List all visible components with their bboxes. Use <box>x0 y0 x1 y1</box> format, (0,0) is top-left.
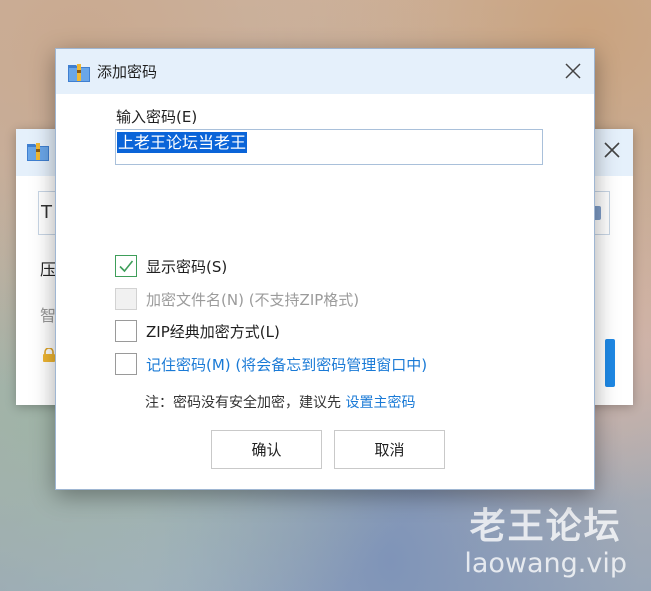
show-password-label: 显示密码(S) <box>146 257 228 276</box>
output-path-text: T <box>41 202 52 223</box>
zip-classic-option[interactable]: ZIP经典加密方式(L) <box>115 319 280 343</box>
remember-password-label: 记住密码(M) (将会备忘到密码管理窗口中) <box>146 355 428 374</box>
zip-classic-label: ZIP经典加密方式(L) <box>146 322 280 341</box>
zip-classic-checkbox[interactable] <box>115 320 137 342</box>
security-note-text: 注：密码没有安全加密，建议先 <box>145 395 341 411</box>
show-password-checkbox[interactable] <box>115 255 137 277</box>
add-password-dialog: 添加密码 输入密码(E) 上老王论坛当老王 显示密码(S) 加密文件名(N) (… <box>55 48 595 490</box>
start-compress-button[interactable] <box>605 339 615 387</box>
password-input[interactable]: 上老王论坛当老王 <box>115 129 543 165</box>
password-label: 输入密码(E) <box>116 108 198 126</box>
dialog-title: 添加密码 <box>97 63 158 81</box>
lock-icon[interactable] <box>42 348 56 362</box>
background-label: 压 <box>40 260 57 279</box>
background-hint: 智 <box>40 306 57 325</box>
confirm-button[interactable]: 确认 <box>211 430 322 469</box>
encrypt-filenames-option: 加密文件名(N) (不支持ZIP格式) <box>115 287 359 311</box>
show-password-option[interactable]: 显示密码(S) <box>115 254 227 278</box>
watermark: 老王论坛 laowang.vip <box>464 505 627 579</box>
watermark-url: laowang.vip <box>464 548 627 579</box>
watermark-title: 老王论坛 <box>469 506 622 547</box>
set-master-password-link[interactable]: 设置主密码 <box>345 395 415 411</box>
encrypt-filenames-checkbox <box>115 288 137 310</box>
remember-password-option[interactable]: 记住密码(M) (将会备忘到密码管理窗口中) <box>115 352 427 376</box>
archive-folder-icon <box>68 64 90 82</box>
security-note: 注：密码没有安全加密，建议先 设置主密码 <box>145 392 415 412</box>
close-icon[interactable] <box>601 139 623 161</box>
remember-password-checkbox[interactable] <box>115 353 137 375</box>
archive-folder-icon <box>27 143 49 161</box>
cancel-button[interactable]: 取消 <box>334 430 445 469</box>
checkmark-icon <box>119 260 134 273</box>
encrypt-filenames-label: 加密文件名(N) (不支持ZIP格式) <box>146 290 360 309</box>
password-value: 上老王论坛当老王 <box>117 132 248 153</box>
close-icon[interactable] <box>563 61 583 81</box>
dialog-titlebar: 添加密码 <box>56 49 594 94</box>
